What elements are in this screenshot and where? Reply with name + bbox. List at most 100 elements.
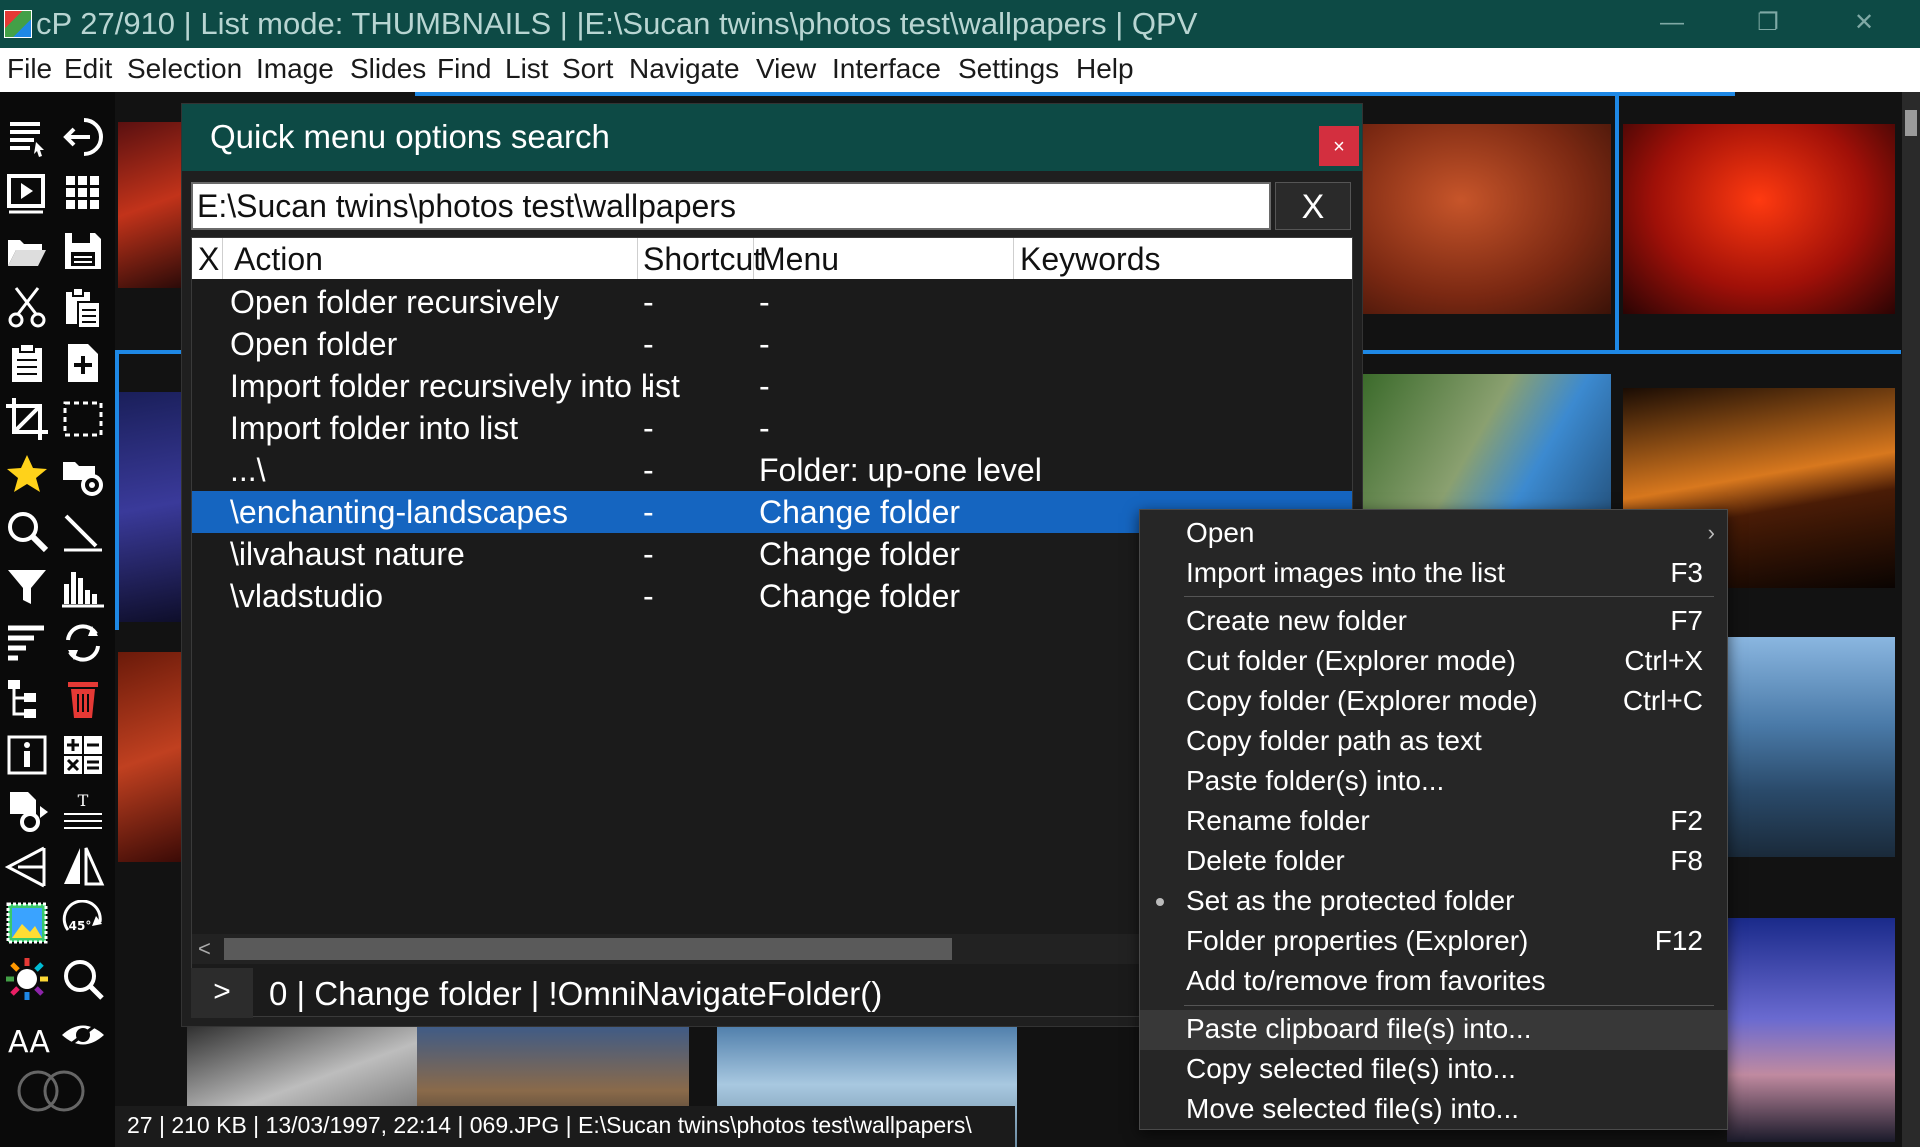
menu-item-label: Set as the protected folder <box>1186 885 1515 916</box>
filter-icon[interactable] <box>4 564 50 610</box>
menu-item-open[interactable]: Open › <box>1140 514 1727 554</box>
text-tool-icon[interactable]: T <box>60 788 106 834</box>
thumbnail[interactable] <box>1727 918 1895 1142</box>
menu-item-rename-folder[interactable]: Rename folder F2 <box>1140 802 1727 842</box>
selection-rect-icon[interactable] <box>60 396 106 442</box>
resize-icon[interactable] <box>4 844 50 890</box>
thumbnail[interactable] <box>1727 637 1895 857</box>
save-icon[interactable] <box>60 228 106 274</box>
menu-item-folder-properties[interactable]: Folder properties (Explorer) F12 <box>1140 922 1727 962</box>
status-text: 27 | 210 KB | 13/03/1997, 22:14 | 069.JP… <box>127 1112 972 1138</box>
zoom-tool-icon[interactable] <box>4 508 50 554</box>
menu-edit[interactable]: Edit <box>64 53 112 85</box>
tree-view-icon[interactable] <box>4 676 50 722</box>
menu-item-label: Copy folder (Explorer mode) <box>1186 685 1538 716</box>
refresh-icon[interactable] <box>60 620 106 666</box>
zoom-icon[interactable] <box>60 956 106 1002</box>
search-input[interactable] <box>191 182 1271 230</box>
dialog-close-button[interactable]: × <box>1319 126 1359 166</box>
menu-navigate[interactable]: Navigate <box>629 53 740 85</box>
column-header-x[interactable]: X <box>198 241 219 278</box>
close-window-button[interactable]: ✕ <box>1818 0 1910 48</box>
menu-list[interactable]: List <box>505 53 549 85</box>
open-folder-icon[interactable] <box>4 228 50 274</box>
execute-button[interactable]: > <box>191 968 253 1018</box>
table-row[interactable]: Open folder recursively - - <box>192 281 1352 323</box>
calculator-icon[interactable] <box>60 732 106 778</box>
thumbnail[interactable] <box>118 652 184 862</box>
brightness-icon[interactable] <box>4 956 50 1002</box>
menu-item-paste-clipboard-files[interactable]: Paste clipboard file(s) into... <box>1140 1010 1727 1050</box>
table-row[interactable]: Import folder recursively into list - - <box>192 365 1352 407</box>
vertical-scrollbar[interactable] <box>1902 92 1920 1147</box>
menu-item-copy-path[interactable]: Copy folder path as text <box>1140 722 1727 762</box>
menu-item-set-protected[interactable]: Set as the protected folder <box>1140 882 1727 922</box>
menu-slides[interactable]: Slides <box>350 53 426 85</box>
menu-interface[interactable]: Interface <box>832 53 941 85</box>
menu-item-create-folder[interactable]: Create new folder F7 <box>1140 602 1727 642</box>
menu-item-import-images[interactable]: Import images into the list F3 <box>1140 554 1727 594</box>
menu-item-shortcut: F8 <box>1670 845 1703 876</box>
menu-image[interactable]: Image <box>256 53 334 85</box>
menu-item-copy-folder[interactable]: Copy folder (Explorer mode) Ctrl+C <box>1140 682 1727 722</box>
crop-icon[interactable] <box>4 396 50 442</box>
menu-selection[interactable]: Selection <box>127 53 242 85</box>
thumbnail[interactable] <box>1361 124 1611 314</box>
menu-file[interactable]: File <box>7 53 52 85</box>
folder-settings-icon[interactable] <box>60 452 106 498</box>
title-bar: cP 27/910 | List mode: THUMBNAILS | |E:\… <box>0 0 1920 48</box>
list-sort-icon[interactable] <box>4 620 50 666</box>
histogram-icon[interactable] <box>60 564 106 610</box>
scrollbar-thumb[interactable] <box>1905 110 1917 136</box>
menu-item-cut-folder[interactable]: Cut folder (Explorer mode) Ctrl+X <box>1140 642 1727 682</box>
clipboard-icon[interactable] <box>4 340 50 386</box>
menu-help[interactable]: Help <box>1076 53 1134 85</box>
file-convert-icon[interactable] <box>4 788 50 834</box>
row-action: Open folder <box>230 326 398 362</box>
grid-icon[interactable] <box>60 170 106 216</box>
eye-icon[interactable] <box>60 1012 106 1058</box>
font-size-icon[interactable]: AA <box>4 1012 50 1060</box>
flip-icon[interactable] <box>60 844 106 890</box>
column-header-shortcut[interactable]: Shortcut <box>643 241 762 278</box>
column-header-menu[interactable]: Menu <box>759 241 839 278</box>
menu-separator <box>1184 1005 1714 1006</box>
slideshow-icon[interactable] <box>4 170 50 216</box>
row-action: ...\ <box>230 452 266 488</box>
maximize-button[interactable]: ❐ <box>1722 0 1814 48</box>
menu-view[interactable]: View <box>756 53 816 85</box>
menu-sort[interactable]: Sort <box>562 53 613 85</box>
info-icon[interactable] <box>4 732 50 778</box>
thumbnail[interactable] <box>118 122 184 288</box>
menu-item-delete-folder[interactable]: Delete folder F8 <box>1140 842 1727 882</box>
menu-settings[interactable]: Settings <box>958 53 1059 85</box>
column-header-keywords[interactable]: Keywords <box>1020 241 1161 278</box>
scroll-left-arrow[interactable]: < <box>198 936 211 962</box>
delete-icon[interactable] <box>60 676 106 722</box>
menu-item-copy-selected-files[interactable]: Copy selected file(s) into... <box>1140 1050 1727 1090</box>
paste-icon[interactable] <box>60 284 106 330</box>
minimize-button[interactable]: — <box>1626 0 1718 48</box>
column-header-action[interactable]: Action <box>234 241 323 278</box>
table-row[interactable]: Open folder - - <box>192 323 1352 365</box>
new-image-icon[interactable] <box>60 340 106 386</box>
compare-circles-icon[interactable] <box>14 1068 90 1114</box>
menu-item-paste-folders[interactable]: Paste folder(s) into... <box>1140 762 1727 802</box>
thumbnail[interactable] <box>118 392 184 622</box>
thumbnail[interactable] <box>1623 124 1895 314</box>
menu-item-label: Open <box>1186 517 1255 548</box>
pen-tool-icon[interactable] <box>60 508 106 554</box>
favorite-star-icon[interactable] <box>4 452 50 498</box>
menu-item-move-selected-files[interactable]: Move selected file(s) into... <box>1140 1090 1727 1130</box>
rotate-45-icon[interactable]: 45° <box>60 899 106 946</box>
color-adjust-icon[interactable] <box>4 900 50 946</box>
menu-item-favorites[interactable]: Add to/remove from favorites <box>1140 962 1727 1002</box>
table-row[interactable]: Import folder into list - - <box>192 407 1352 449</box>
list-settings-icon[interactable] <box>4 114 50 160</box>
clear-search-button[interactable]: X <box>1275 182 1351 230</box>
menu-find[interactable]: Find <box>437 53 491 85</box>
scrollbar-thumb[interactable] <box>224 938 952 960</box>
table-row[interactable]: ...\ - Folder: up-one level <box>192 449 1352 491</box>
exit-icon[interactable] <box>60 114 106 160</box>
cut-icon[interactable] <box>4 284 50 330</box>
